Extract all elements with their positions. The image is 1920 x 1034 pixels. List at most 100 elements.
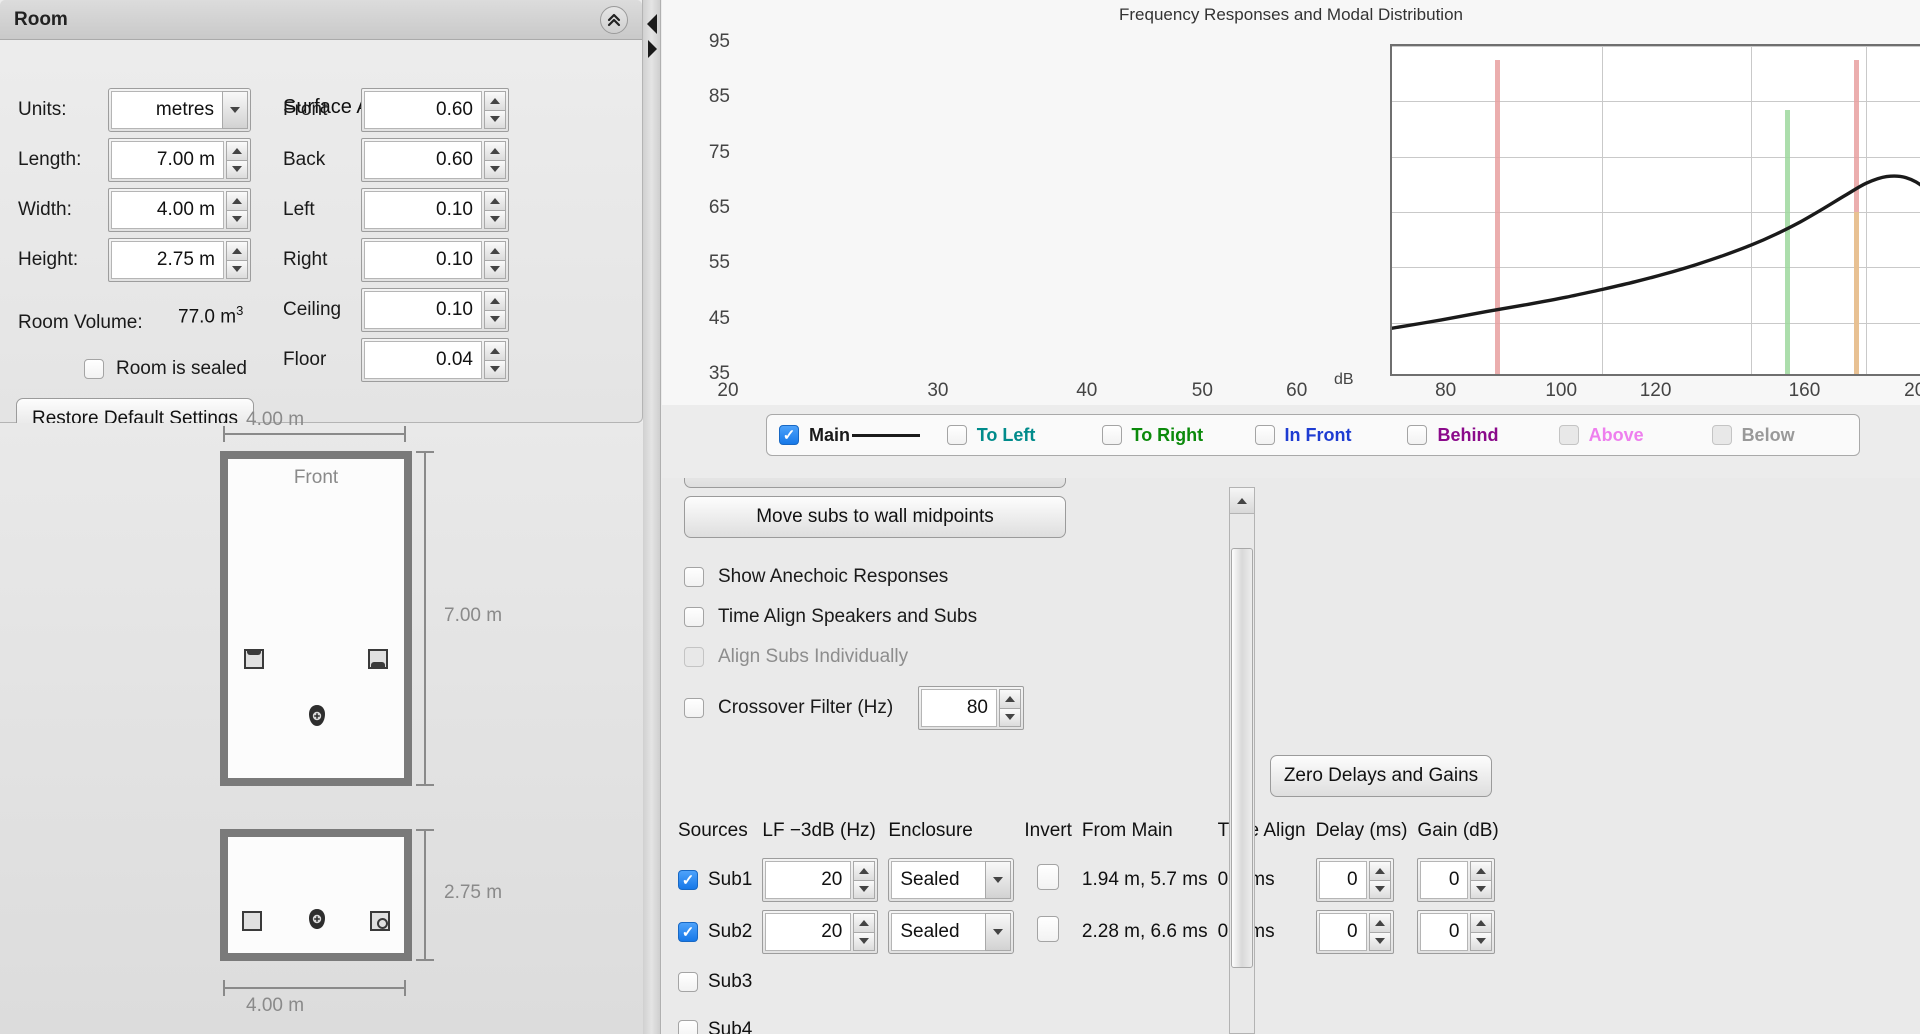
enclosure-select-sub2[interactable]: Sealed <box>888 910 1015 954</box>
gain-stepper-arrows-sub2[interactable] <box>1470 913 1493 951</box>
absorption-decrement-front[interactable] <box>484 109 506 129</box>
chart-plot-area[interactable] <box>1390 44 1920 376</box>
absorption-increment-back[interactable] <box>484 141 506 160</box>
height-stepper-arrows[interactable] <box>226 241 248 279</box>
absorption-decrement-back[interactable] <box>484 159 506 179</box>
plan-speaker-right[interactable] <box>368 649 388 669</box>
legend-checkbox-below[interactable] <box>1711 425 1732 445</box>
absorption-stepper-front[interactable]: 0.60 <box>361 88 509 132</box>
absorption-input-back[interactable]: 0.60 <box>364 141 482 179</box>
length-increment-button[interactable] <box>226 141 248 160</box>
source-cell-enclosure[interactable]: Sealed <box>888 854 1024 906</box>
chevron-down-icon[interactable] <box>985 913 1012 951</box>
elevation-room-box[interactable] <box>220 829 412 961</box>
delay-input-sub2[interactable]: 0 <box>1318 913 1367 951</box>
lf-input-sub1[interactable]: 20 <box>765 861 852 899</box>
delay-stepper-sub2[interactable]: 0 <box>1315 910 1394 954</box>
chevron-down-icon[interactable] <box>222 91 248 129</box>
absorption-stepper-arrows-floor[interactable] <box>484 341 506 379</box>
delay-input-sub1[interactable]: 0 <box>1318 861 1367 899</box>
width-decrement-button[interactable] <box>226 209 248 229</box>
legend-checkbox-above[interactable] <box>1558 425 1579 445</box>
plan-room-box[interactable]: Front <box>220 451 412 786</box>
source-cell-lf[interactable]: 20 <box>762 906 888 958</box>
legend-item-above[interactable]: Above <box>1558 425 1712 446</box>
legend-item-to-right[interactable]: To Right <box>1101 425 1255 446</box>
subwoofer-panel-scrollbar[interactable] <box>1229 487 1255 1034</box>
absorption-stepper-arrows-left[interactable] <box>484 191 506 229</box>
lf-stepper-sub1[interactable]: 20 <box>762 858 879 902</box>
source-cell-invert[interactable] <box>1024 906 1082 958</box>
absorption-increment-front[interactable] <box>484 91 506 110</box>
lf-increment-sub1[interactable] <box>853 861 876 880</box>
lf-decrement-sub2[interactable] <box>853 931 876 951</box>
scroll-up-button[interactable] <box>1230 488 1254 514</box>
legend-checkbox-to-left[interactable] <box>946 425 967 445</box>
crossover-stepper-arrows[interactable] <box>999 689 1021 727</box>
delay-stepper-arrows-sub2[interactable] <box>1368 913 1391 951</box>
legend-checkbox-to-right[interactable] <box>1101 425 1122 445</box>
absorption-increment-left[interactable] <box>484 191 506 210</box>
invert-checkbox-sub1[interactable] <box>1037 864 1060 890</box>
delay-increment-sub1[interactable] <box>1368 861 1391 880</box>
absorption-decrement-floor[interactable] <box>484 359 506 379</box>
crossover-filter-row[interactable]: Crossover Filter (Hz) 80 <box>684 686 1024 730</box>
absorption-input-right[interactable]: 0.10 <box>364 241 482 279</box>
lf-decrement-sub1[interactable] <box>853 879 876 899</box>
legend-checkbox-behind[interactable] <box>1407 425 1428 445</box>
crossover-increment-button[interactable] <box>999 689 1021 708</box>
absorption-stepper-back[interactable]: 0.60 <box>361 138 509 182</box>
height-input[interactable]: 2.75 m <box>111 241 224 279</box>
height-increment-button[interactable] <box>226 241 248 260</box>
splitter-collapse-right-arrow[interactable] <box>647 40 658 63</box>
legend-item-behind[interactable]: Behind <box>1407 425 1558 446</box>
room-sealed-checkbox[interactable] <box>84 359 104 379</box>
height-decrement-button[interactable] <box>226 259 248 279</box>
absorption-decrement-ceiling[interactable] <box>484 309 506 329</box>
absorption-increment-floor[interactable] <box>484 341 506 360</box>
legend-item-main[interactable]: Main <box>779 425 947 446</box>
absorption-stepper-arrows-front[interactable] <box>484 91 506 129</box>
absorption-stepper-arrows-ceiling[interactable] <box>484 291 506 329</box>
plan-speaker-left[interactable] <box>244 649 264 669</box>
gain-increment-sub2[interactable] <box>1470 913 1493 932</box>
source-enable-checkbox-sub3[interactable] <box>678 972 698 992</box>
source-enable-checkbox-sub2[interactable] <box>678 922 698 942</box>
scrollbar-thumb[interactable] <box>1231 548 1253 968</box>
time-align-row[interactable]: Time Align Speakers and Subs <box>684 606 977 628</box>
absorption-input-ceiling[interactable]: 0.10 <box>364 291 482 329</box>
source-cell-delay[interactable]: 0 <box>1315 854 1418 906</box>
absorption-input-left[interactable]: 0.10 <box>364 191 482 229</box>
crossover-decrement-button[interactable] <box>999 707 1021 727</box>
source-cell-name[interactable]: Sub3 <box>678 958 762 1006</box>
room-sealed-row[interactable]: Room is sealed <box>84 358 247 380</box>
elevation-speaker-left[interactable] <box>242 911 262 931</box>
absorption-stepper-right[interactable]: 0.10 <box>361 238 509 282</box>
absorption-stepper-ceiling[interactable]: 0.10 <box>361 288 509 332</box>
source-enable-checkbox-sub4[interactable] <box>678 1020 698 1034</box>
width-stepper-arrows[interactable] <box>226 191 248 229</box>
absorption-decrement-right[interactable] <box>484 259 506 279</box>
absorption-stepper-arrows-right[interactable] <box>484 241 506 279</box>
time-align-checkbox[interactable] <box>684 607 704 627</box>
delay-decrement-sub2[interactable] <box>1368 931 1391 951</box>
legend-checkbox-main[interactable] <box>779 425 799 445</box>
legend-item-in-front[interactable]: In Front <box>1254 425 1408 446</box>
length-input[interactable]: 7.00 m <box>111 141 224 179</box>
absorption-input-front[interactable]: 0.60 <box>364 91 482 129</box>
lf-input-sub2[interactable]: 20 <box>765 913 852 951</box>
absorption-increment-ceiling[interactable] <box>484 291 506 310</box>
collapse-panel-button[interactable] <box>600 6 628 34</box>
source-cell-gain[interactable]: 0 <box>1417 906 1508 958</box>
enclosure-select-sub1[interactable]: Sealed <box>888 858 1015 902</box>
legend-item-to-left[interactable]: To Left <box>946 425 1102 446</box>
units-select[interactable]: metres <box>108 88 251 132</box>
source-cell-delay[interactable]: 0 <box>1315 906 1418 958</box>
source-cell-gain[interactable]: 0 <box>1417 854 1508 906</box>
listener-head-icon[interactable] <box>306 704 328 728</box>
delay-decrement-sub1[interactable] <box>1368 879 1391 899</box>
move-subs-to-wall-midpoints-button[interactable]: Move subs to wall midpoints <box>684 496 1066 538</box>
lf-increment-sub2[interactable] <box>853 913 876 932</box>
gain-decrement-sub2[interactable] <box>1470 931 1493 951</box>
gain-stepper-sub2[interactable]: 0 <box>1417 910 1496 954</box>
